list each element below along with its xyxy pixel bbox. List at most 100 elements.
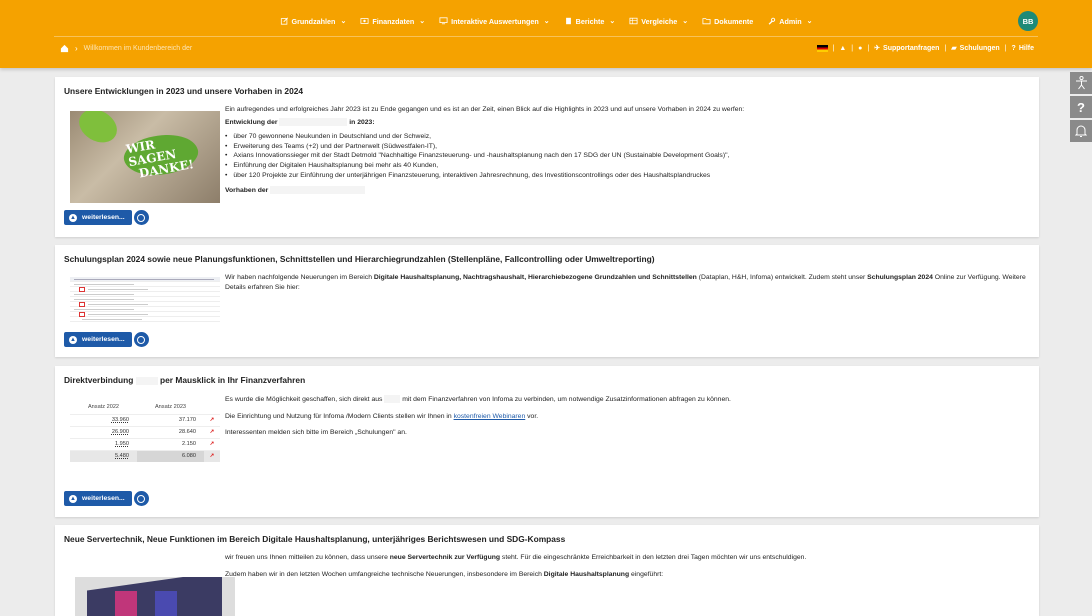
- news-card: Neue Servertechnik, Neue Funktionen im B…: [55, 525, 1039, 616]
- column-header: [204, 400, 220, 414]
- preview-line: [74, 299, 134, 300]
- redacted-text: [279, 117, 348, 126]
- card-title: Neue Servertechnik, Neue Funktionen im B…: [64, 534, 566, 544]
- table-row: 26.900 28.640 ↗: [70, 425, 220, 438]
- read-more-button[interactable]: ▲ weiterlesen...: [64, 332, 132, 347]
- help-link[interactable]: ? Hilfe: [1012, 45, 1034, 52]
- thank-you-tag: WIR SAGEN DANKE!: [125, 127, 204, 185]
- text-segment: mit dem Finanzverfahren von Infoma zu ve…: [402, 396, 731, 403]
- edit-icon: [280, 17, 288, 25]
- subheading-b: in 2023:: [349, 118, 375, 126]
- card-body: wir freuen uns Ihnen mitteilen zu können…: [225, 553, 1029, 579]
- training-link[interactable]: ▰ Schulungen: [951, 44, 999, 53]
- text-segment: steht. Für die eingeschränkte Erreichbar…: [501, 554, 807, 561]
- breadcrumb-text: Willkommen im Kundenbereich der: [83, 44, 193, 52]
- list-item: über 70 gewonnene Neukunden in Deutschla…: [225, 132, 1029, 142]
- table-cell: 5.480: [70, 449, 137, 462]
- subheading-a: Entwicklung der: [225, 118, 278, 126]
- news-card: Unsere Entwicklungen in 2023 und unsere …: [55, 77, 1039, 237]
- nav-interaktive-auswertungen[interactable]: Interaktive Auswertungen ⌄: [439, 14, 550, 28]
- support-link[interactable]: ✈ Supportanfragen: [874, 44, 940, 53]
- nav-berichte[interactable]: Berichte ⌄: [564, 14, 616, 28]
- history-button[interactable]: [133, 210, 149, 225]
- title-part: per Mausklick in Ihr Finanzverfahren: [160, 375, 306, 385]
- question-icon: ?: [1011, 44, 1016, 52]
- card-paragraph: Interessenten melden sich bitte im Berei…: [225, 429, 407, 437]
- nav-grundzahlen[interactable]: Grundzahlen ⌄: [280, 14, 347, 28]
- text-segment: vor.: [527, 412, 539, 420]
- separator: |: [944, 44, 947, 52]
- bell-icon[interactable]: [1070, 120, 1092, 142]
- list-item: Erweiterung des Teams (+2) und der Partn…: [225, 142, 1029, 152]
- comparison-table: Ansatz 2022 Ansatz 2023 33.960 37.170 ↗ …: [70, 400, 220, 462]
- preview-line: [74, 309, 134, 310]
- card-title: Schulungsplan 2024 sowie neue Planungsfu…: [64, 254, 655, 264]
- table-icon: [629, 17, 638, 25]
- card-paragraph: Die Einrichtung und Nutzung für Infoma /…: [225, 412, 1029, 422]
- clock-icon: [137, 335, 146, 344]
- nav-finanzdaten[interactable]: Finanzdaten ⌄: [360, 14, 425, 28]
- accessibility-icon[interactable]: [1070, 72, 1092, 94]
- warning-icon[interactable]: ▲: [839, 45, 846, 52]
- currency-icon: [360, 18, 369, 24]
- chevron-down-icon: ⌄: [340, 18, 347, 25]
- table-row: 5.480 6.080 ↗: [70, 449, 220, 462]
- side-tools: ?: [1070, 72, 1092, 144]
- table-row: 1.950 2.150 ↗: [70, 437, 220, 450]
- arrow-up-icon: ▲: [69, 335, 77, 344]
- trade-fair-image: [75, 577, 235, 616]
- nav-label: Admin: [779, 16, 802, 26]
- chevron-down-icon: ⌄: [419, 18, 426, 25]
- text-segment: Zudem haben wir in den letzten Wochen um…: [225, 570, 542, 578]
- book-icon: [565, 17, 571, 25]
- history-button[interactable]: [133, 332, 149, 347]
- help-icon[interactable]: ?: [1070, 96, 1092, 118]
- card-body: Ein aufregendes und erfolgreiches Jahr 2…: [225, 105, 1029, 196]
- nav-admin[interactable]: Admin ⌄: [767, 14, 812, 28]
- preview-row: [70, 317, 220, 322]
- nav-label: Dokumente: [714, 16, 754, 26]
- home-icon[interactable]: [60, 44, 69, 53]
- card-paragraph: Zudem haben wir in den letzten Wochen um…: [225, 570, 1029, 580]
- chevron-down-icon: ⌄: [609, 18, 616, 25]
- table-cell: 2.150: [137, 437, 204, 450]
- trend-up-icon: ↗: [204, 437, 220, 450]
- table-header-row: Ansatz 2022 Ansatz 2023: [70, 400, 220, 414]
- booth-panel: [155, 591, 177, 616]
- text-bold: Digitale Haushaltsplanung: [543, 570, 630, 578]
- chat-icon[interactable]: ●: [858, 45, 862, 52]
- booth-panel: [115, 591, 137, 616]
- table-row: 33.960 37.170 ↗: [70, 413, 220, 426]
- separator: |: [1004, 44, 1007, 52]
- read-more-button[interactable]: ▲ weiterlesen...: [64, 491, 132, 506]
- chevron-right-icon: ›: [75, 43, 78, 53]
- chevron-down-icon: ⌄: [806, 18, 813, 25]
- text-segment: (Dataplan, H&H, Infoma) entwickelt. Zude…: [698, 274, 866, 281]
- preview-line: [74, 284, 134, 285]
- text-segment: Die Einrichtung und Nutzung für Infoma /…: [225, 412, 452, 420]
- card-paragraph: Wir haben nachfolgende Neuerungen im Ber…: [225, 273, 1029, 292]
- webinar-link[interactable]: kostenfreien Webinaren: [454, 413, 526, 420]
- read-more-button[interactable]: ▲ weiterlesen...: [64, 210, 132, 225]
- subheading: Entwicklung der in 2023:: [225, 117, 1029, 128]
- comparison-table-image: Ansatz 2022 Ansatz 2023 33.960 37.170 ↗ …: [70, 400, 220, 484]
- preview-line: [88, 304, 148, 305]
- rocket-icon: ✈: [874, 45, 881, 52]
- user-avatar[interactable]: BB: [1018, 11, 1038, 31]
- german-flag-icon[interactable]: [816, 44, 828, 52]
- preview-line: [82, 319, 142, 320]
- clock-icon: [137, 213, 146, 222]
- nav-vergleiche[interactable]: Vergleiche ⌄: [629, 14, 688, 28]
- top-header: Grundzahlen ⌄ Finanzdaten ⌄ Interaktive Au…: [0, 0, 1092, 68]
- header-divider: [54, 36, 1038, 37]
- card-actions: ▲ weiterlesen...: [64, 332, 149, 347]
- preview-line: [74, 279, 214, 280]
- nav-dokumente[interactable]: Dokumente: [702, 14, 753, 28]
- support-label: Supportanfragen: [883, 44, 940, 52]
- news-card: Direktverbindung per Mausklick in Ihr Fi…: [55, 366, 1039, 517]
- table-cell: 28.640: [137, 425, 204, 438]
- separator: |: [832, 44, 835, 52]
- preview-line: [74, 294, 134, 295]
- history-button[interactable]: [133, 491, 149, 506]
- arrow-up-icon: ▲: [69, 494, 77, 503]
